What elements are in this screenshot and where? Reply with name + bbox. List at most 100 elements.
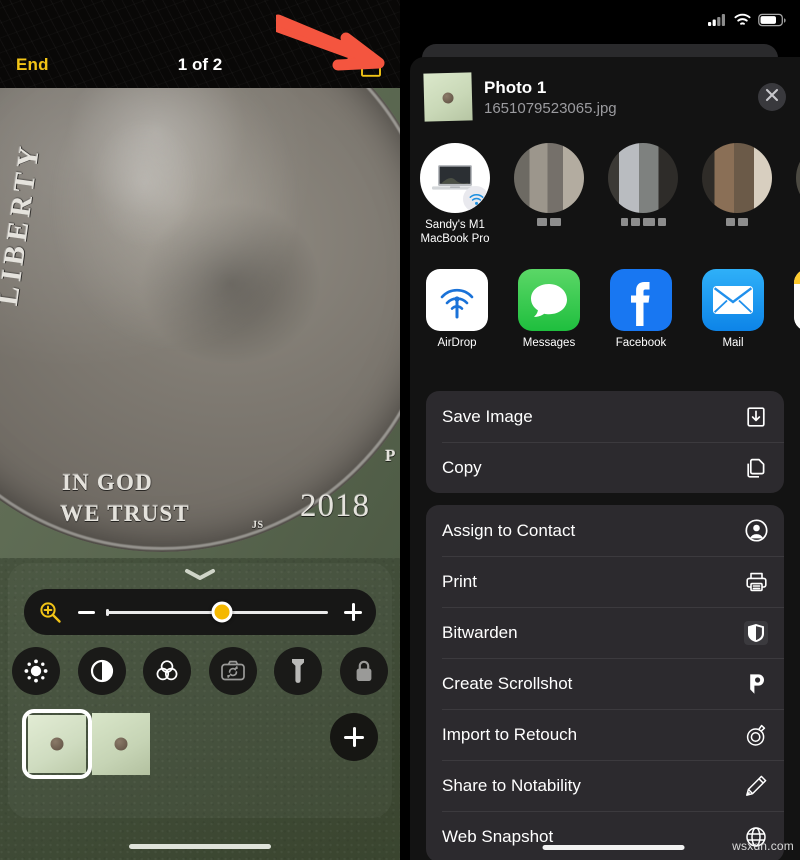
coin-text-mint-mark: P (385, 446, 397, 465)
avatar (796, 143, 800, 213)
action-label: Print (442, 571, 477, 591)
action-import-to-retouch[interactable]: Import to Retouch (426, 709, 784, 760)
share-apps-row: AirDrop Messages Facebook Mail (410, 269, 800, 365)
blurred-contact-name (514, 218, 584, 226)
contrast-icon (89, 658, 115, 684)
page-indicator: 1 of 2 (177, 55, 223, 74)
flip-camera-button[interactable] (208, 647, 257, 695)
action-copy[interactable]: Copy (426, 442, 784, 493)
watermark: wsxdn.com (732, 839, 794, 853)
notes-icon (794, 269, 800, 331)
header-text-block: Photo 1 1651079523065.jpg (484, 77, 758, 118)
screenshot-root: LIBERTY IN GOD WE TRUST 2018 P JS End 1 … (0, 0, 800, 860)
share-app-airdrop[interactable]: AirDrop (424, 269, 490, 365)
zoom-decrease-button[interactable] (78, 610, 95, 614)
status-bar (708, 13, 786, 32)
action-share-to-notability[interactable]: Share to Notability (426, 760, 784, 811)
action-label: Assign to Contact (442, 520, 576, 540)
magnifier-app-pane: LIBERTY IN GOD WE TRUST 2018 P JS End 1 … (0, 0, 400, 860)
action-create-scrollshot[interactable]: Create Scrollshot (426, 658, 784, 709)
contact-target[interactable] (792, 143, 800, 213)
share-actions-list: Save Image Copy Assign to Contact Print … (426, 391, 784, 860)
share-app-mail[interactable]: Mail (700, 269, 766, 365)
capture-thumbnails (16, 709, 392, 781)
action-label: Create Scrollshot (442, 673, 573, 693)
magnifier-controls-tray (8, 563, 392, 818)
battery-icon (758, 13, 786, 32)
airdrop-badge-icon (463, 186, 489, 212)
add-capture-button[interactable] (330, 713, 378, 761)
coin-portrait-highlight (77, 107, 237, 297)
file-name: 1651079523065.jpg (484, 99, 617, 117)
zoom-slider-bar[interactable] (24, 589, 376, 635)
action-label: Save Image (442, 406, 533, 426)
zoom-slider-track[interactable] (106, 601, 328, 623)
airdrop-device-target[interactable]: Sandy's M1 MacBook Pro (416, 143, 494, 246)
blurred-contact-name (702, 218, 772, 226)
magnifier-control-buttons (8, 647, 392, 695)
navbar-row: End 1 of 2 (0, 42, 400, 88)
color-filters-button[interactable] (143, 647, 192, 695)
list-item[interactable] (28, 715, 86, 773)
chevron-down-icon[interactable] (183, 567, 217, 581)
action-web-snapshot[interactable]: Web Snapshot (426, 811, 784, 860)
zoom-increase-button[interactable] (344, 603, 362, 621)
action-print[interactable]: Print (426, 556, 784, 607)
flashlight-icon (289, 658, 307, 684)
action-label: Web Snapshot (442, 826, 554, 846)
save-download-icon (744, 405, 768, 429)
share-sheet-pane: Photo 1 1651079523065.jpg Sandy's M1 Mac… (400, 0, 800, 860)
blurred-contact-name (608, 218, 678, 226)
app-label: Messages (522, 337, 576, 349)
ios-share-sheet: Photo 1 1651079523065.jpg Sandy's M1 Mac… (410, 57, 800, 860)
magnified-photo-viewport[interactable]: LIBERTY IN GOD WE TRUST 2018 P JS (0, 88, 400, 558)
retouch-icon (744, 723, 768, 747)
messages-icon (518, 269, 580, 331)
action-group-1: Save Image Copy (426, 391, 784, 493)
app-label: Facebook (615, 337, 667, 349)
scrollshot-icon (744, 672, 768, 696)
airdrop-recipients-row: Sandy's M1 MacBook Pro (410, 143, 800, 263)
cellular-signal-icon (708, 13, 727, 31)
coin-text-year: 2018 (300, 488, 370, 524)
contact-target[interactable] (698, 143, 776, 226)
bitwarden-shield-icon (744, 620, 768, 645)
share-icon[interactable] (360, 52, 382, 78)
avatar (702, 143, 772, 213)
close-button[interactable] (758, 83, 786, 111)
brightness-button[interactable] (12, 647, 60, 695)
action-assign-to-contact[interactable]: Assign to Contact (426, 505, 784, 556)
coin-image (0, 88, 400, 552)
app-label: Mail (722, 337, 744, 349)
coin-text-motto-line1: IN GOD (62, 470, 153, 495)
action-label: Share to Notability (442, 775, 581, 795)
camera-flip-icon (220, 659, 246, 683)
action-label: Bitwarden (442, 622, 518, 642)
page-title: Photo 1 (484, 77, 547, 97)
action-label: Copy (442, 457, 482, 477)
zoom-slider-knob[interactable] (211, 601, 233, 623)
contact-target[interactable] (510, 143, 588, 226)
flashlight-button[interactable] (274, 647, 323, 695)
action-save-image[interactable]: Save Image (426, 391, 784, 442)
freeze-lock-button[interactable] (339, 647, 388, 695)
share-app-messages[interactable]: Messages (516, 269, 582, 365)
action-bitwarden[interactable]: Bitwarden (426, 607, 784, 658)
contrast-button[interactable] (77, 647, 126, 695)
printer-icon (744, 570, 768, 594)
contact-target[interactable] (604, 143, 682, 226)
home-indicator (129, 844, 271, 849)
avatar (420, 143, 490, 213)
app-label: Notes (792, 337, 800, 349)
list-item[interactable] (92, 713, 150, 775)
share-app-facebook[interactable]: Facebook (608, 269, 674, 365)
lock-icon (353, 658, 375, 684)
magnifier-plus-icon (38, 600, 62, 624)
coin-portrait (32, 88, 342, 382)
avatar (608, 143, 678, 213)
avatar (514, 143, 584, 213)
app-label: AirDrop (437, 337, 477, 349)
share-app-notes[interactable]: Notes (792, 269, 800, 365)
end-button[interactable]: End (16, 55, 49, 75)
pencil-icon (744, 774, 768, 798)
